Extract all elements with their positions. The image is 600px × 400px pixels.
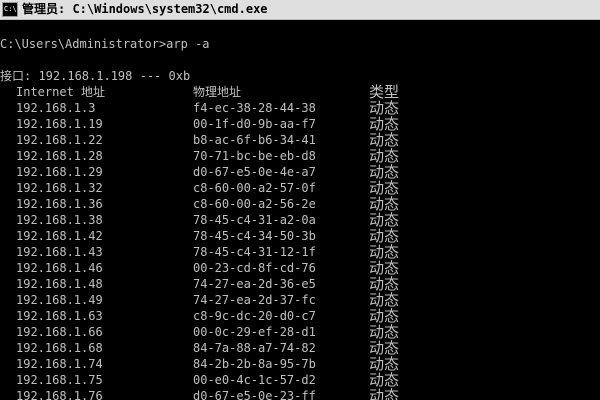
row-ip: 192.168.1.63	[16, 309, 103, 323]
row-mac: f4-ec-38-28-44-38	[193, 101, 316, 115]
row-ip: 192.168.1.3	[16, 101, 96, 115]
table-row: 192.168.1.22 b8-ac-6f-b6-34-41 动态	[0, 132, 600, 148]
row-ip: 192.168.1.42	[16, 229, 103, 243]
row-type: 动态	[369, 259, 400, 277]
row-mac: d0-67-e5-0e-23-ff	[193, 389, 316, 400]
table-row: 192.168.1.43 78-45-c4-31-12-1f 动态	[0, 244, 600, 260]
table-row: 192.168.1.19 00-1f-d0-9b-aa-f7 动态	[0, 116, 600, 132]
header-ip: Internet 地址	[16, 85, 106, 99]
table-row: 192.168.1.36 c8-60-00-a2-56-2e 动态	[0, 196, 600, 212]
row-ip: 192.168.1.38	[16, 213, 103, 227]
cmd-window: C:\ 管理员: C:\Windows\system32\cmd.exe C:\…	[0, 0, 600, 400]
row-mac: b8-ac-6f-b6-34-41	[193, 133, 316, 147]
row-type: 动态	[369, 307, 400, 325]
row-ip: 192.168.1.74	[16, 357, 103, 371]
arp-table-header: Internet 地址 物理地址 类型	[0, 84, 600, 100]
table-row: 192.168.1.3 f4-ec-38-28-44-38 动态	[0, 100, 600, 116]
table-row: 192.168.1.32 c8-60-00-a2-57-0f 动态	[0, 180, 600, 196]
row-mac: c8-9c-dc-20-d0-c7	[193, 309, 316, 323]
interface-line: 接口: 192.168.1.198 --- 0xb	[0, 69, 191, 83]
row-ip: 192.168.1.68	[16, 341, 103, 355]
row-ip: 192.168.1.75	[16, 373, 103, 387]
table-row: 192.168.1.66 00-0c-29-ef-28-d1 动态	[0, 324, 600, 340]
row-mac: 70-71-bc-be-eb-d8	[193, 149, 316, 163]
row-type: 动态	[369, 243, 400, 261]
row-type: 动态	[369, 115, 400, 133]
table-row: 192.168.1.42 78-45-c4-34-50-3b 动态	[0, 228, 600, 244]
title-bar[interactable]: C:\ 管理员: C:\Windows\system32\cmd.exe	[0, 0, 600, 20]
row-mac: 74-27-ea-2d-36-e5	[193, 277, 316, 291]
row-ip: 192.168.1.28	[16, 149, 103, 163]
row-ip: 192.168.1.66	[16, 325, 103, 339]
table-row: 192.168.1.48 74-27-ea-2d-36-e5 动态	[0, 276, 600, 292]
row-mac: 00-0c-29-ef-28-d1	[193, 325, 316, 339]
row-ip: 192.168.1.43	[16, 245, 103, 259]
row-type: 动态	[369, 211, 400, 229]
table-row: 192.168.1.63 c8-9c-dc-20-d0-c7 动态	[0, 308, 600, 324]
console-output[interactable]: C:\Users\Administrator>arp -a 接口: 192.16…	[0, 20, 600, 400]
row-type: 动态	[369, 147, 400, 165]
row-mac: 84-2b-2b-8a-95-7b	[193, 357, 316, 371]
table-row: 192.168.1.75 00-e0-4c-1c-57-d2 动态	[0, 372, 600, 388]
row-ip: 192.168.1.32	[16, 181, 103, 195]
row-type: 动态	[369, 227, 400, 245]
table-row: 192.168.1.38 78-45-c4-31-a2-0a 动态	[0, 212, 600, 228]
row-ip: 192.168.1.46	[16, 261, 103, 275]
row-ip: 192.168.1.36	[16, 197, 103, 211]
table-row: 192.168.1.76 d0-67-e5-0e-23-ff 动态	[0, 388, 600, 400]
row-type: 动态	[369, 179, 400, 197]
command-prompt-line: C:\Users\Administrator>arp -a	[0, 37, 210, 51]
row-mac: 00-23-cd-8f-cd-76	[193, 261, 316, 275]
row-type: 动态	[369, 275, 400, 293]
row-type: 动态	[369, 99, 400, 117]
row-mac: c8-60-00-a2-57-0f	[193, 181, 316, 195]
row-mac: 74-27-ea-2d-37-fc	[193, 293, 316, 307]
row-type: 动态	[369, 195, 400, 213]
row-mac: c8-60-00-a2-56-2e	[193, 197, 316, 211]
table-row: 192.168.1.74 84-2b-2b-8a-95-7b 动态	[0, 356, 600, 372]
row-type: 动态	[369, 131, 400, 149]
row-mac: 84-7a-88-a7-74-82	[193, 341, 316, 355]
row-type: 动态	[369, 163, 400, 181]
row-mac: 78-45-c4-31-12-1f	[193, 245, 316, 259]
row-mac: 00-1f-d0-9b-aa-f7	[193, 117, 316, 131]
header-type: 类型	[369, 83, 400, 101]
row-ip: 192.168.1.76	[16, 389, 103, 400]
row-ip: 192.168.1.29	[16, 165, 103, 179]
row-mac: 78-45-c4-34-50-3b	[193, 229, 316, 243]
table-row: 192.168.1.46 00-23-cd-8f-cd-76 动态	[0, 260, 600, 276]
row-ip: 192.168.1.48	[16, 277, 103, 291]
table-row: 192.168.1.29 d0-67-e5-0e-4e-a7 动态	[0, 164, 600, 180]
row-type: 动态	[369, 387, 400, 400]
row-type: 动态	[369, 339, 400, 357]
row-type: 动态	[369, 323, 400, 341]
table-row: 192.168.1.68 84-7a-88-a7-74-82 动态	[0, 340, 600, 356]
row-type: 动态	[369, 355, 400, 373]
table-row: 192.168.1.49 74-27-ea-2d-37-fc 动态	[0, 292, 600, 308]
row-mac: 78-45-c4-31-a2-0a	[193, 213, 316, 227]
table-row: 192.168.1.28 70-71-bc-be-eb-d8 动态	[0, 148, 600, 164]
row-ip: 192.168.1.49	[16, 293, 103, 307]
row-mac: d0-67-e5-0e-4e-a7	[193, 165, 316, 179]
row-type: 动态	[369, 371, 400, 389]
cmd-icon[interactable]: C:\	[2, 2, 18, 17]
row-mac: 00-e0-4c-1c-57-d2	[193, 373, 316, 387]
window-title: 管理员: C:\Windows\system32\cmd.exe	[22, 2, 268, 16]
row-ip: 192.168.1.19	[16, 117, 103, 131]
row-ip: 192.168.1.22	[16, 133, 103, 147]
header-mac: 物理地址	[193, 85, 242, 99]
row-type: 动态	[369, 291, 400, 309]
